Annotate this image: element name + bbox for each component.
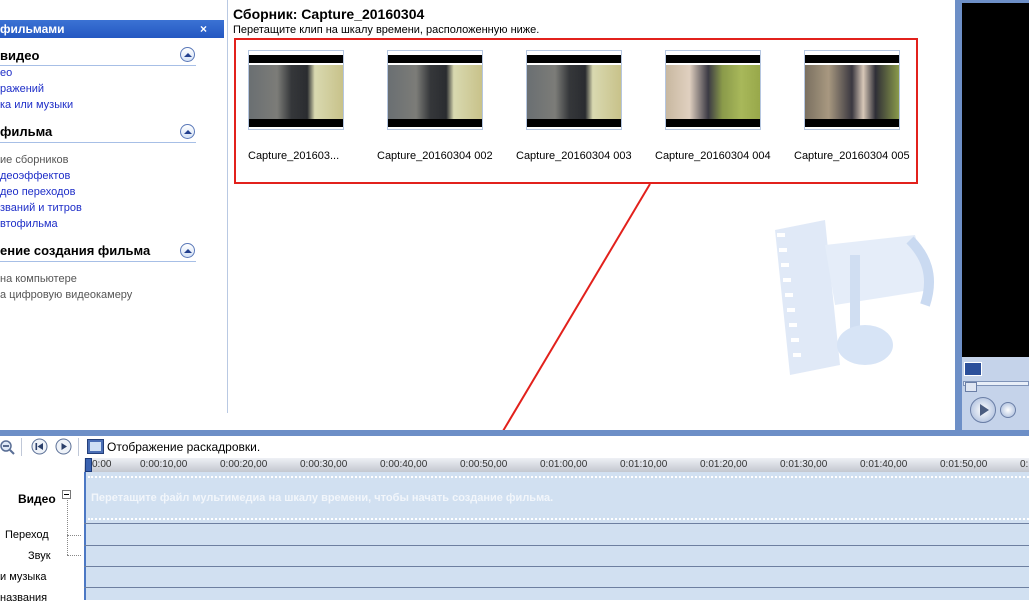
rewind-icon[interactable] bbox=[31, 438, 48, 455]
expand-preview-icon[interactable] bbox=[964, 362, 982, 376]
ruler-tick: 0:00:10,00 bbox=[140, 459, 188, 470]
track-label-video: Видео bbox=[18, 492, 56, 506]
ruler-tick: 0:01:10,00 bbox=[620, 459, 668, 470]
track-divider bbox=[84, 545, 1029, 546]
ruler-tick: 0:01:30,00 bbox=[780, 459, 828, 470]
track-label-transition: Переход bbox=[5, 529, 49, 541]
ruler-tick: 0:01:20,00 bbox=[700, 459, 748, 470]
track-divider bbox=[84, 587, 1029, 588]
drop-hint-text: Перетащите файл мультимедиа на шкалу вре… bbox=[91, 492, 554, 504]
play-icon[interactable] bbox=[55, 438, 72, 455]
ruler-tick: 0:00:20,00 bbox=[220, 459, 268, 470]
seek-handle[interactable] bbox=[965, 382, 977, 392]
ruler-tick: 0:00 bbox=[92, 459, 112, 470]
storyboard-icon[interactable] bbox=[87, 439, 104, 454]
toolbar-separator bbox=[78, 438, 79, 456]
storyboard-toggle-label[interactable]: Отображение раскадровки. bbox=[107, 440, 260, 454]
tree-line bbox=[67, 500, 69, 555]
tree-line bbox=[67, 555, 81, 557]
next-frame-icon[interactable] bbox=[1000, 402, 1016, 418]
playhead-indicator[interactable] bbox=[85, 458, 92, 472]
ruler-tick: 0:00:40,00 bbox=[380, 459, 428, 470]
toolbar-separator bbox=[21, 438, 22, 456]
ruler-tick: 0:00:50,00 bbox=[460, 459, 508, 470]
ruler-tick: 0:01:50,00 bbox=[940, 459, 988, 470]
track-divider bbox=[84, 566, 1029, 567]
ruler-tick: 0: bbox=[1020, 459, 1029, 470]
track-label-titles: названия bbox=[0, 592, 48, 604]
play-button-icon[interactable] bbox=[970, 397, 996, 423]
ruler-tick: 0:01:40,00 bbox=[860, 459, 908, 470]
track-divider bbox=[84, 523, 1029, 524]
track-label-music: и музыка bbox=[0, 571, 47, 583]
ruler-tick: 0:01:00,00 bbox=[540, 459, 588, 470]
preview-screen[interactable] bbox=[962, 3, 1029, 357]
collapse-track-icon[interactable] bbox=[62, 490, 71, 499]
track-label-audio: Звук bbox=[28, 550, 51, 562]
ruler-tick: 0:00:30,00 bbox=[300, 459, 348, 470]
tree-line bbox=[67, 535, 81, 537]
zoom-out-icon[interactable] bbox=[0, 439, 16, 455]
